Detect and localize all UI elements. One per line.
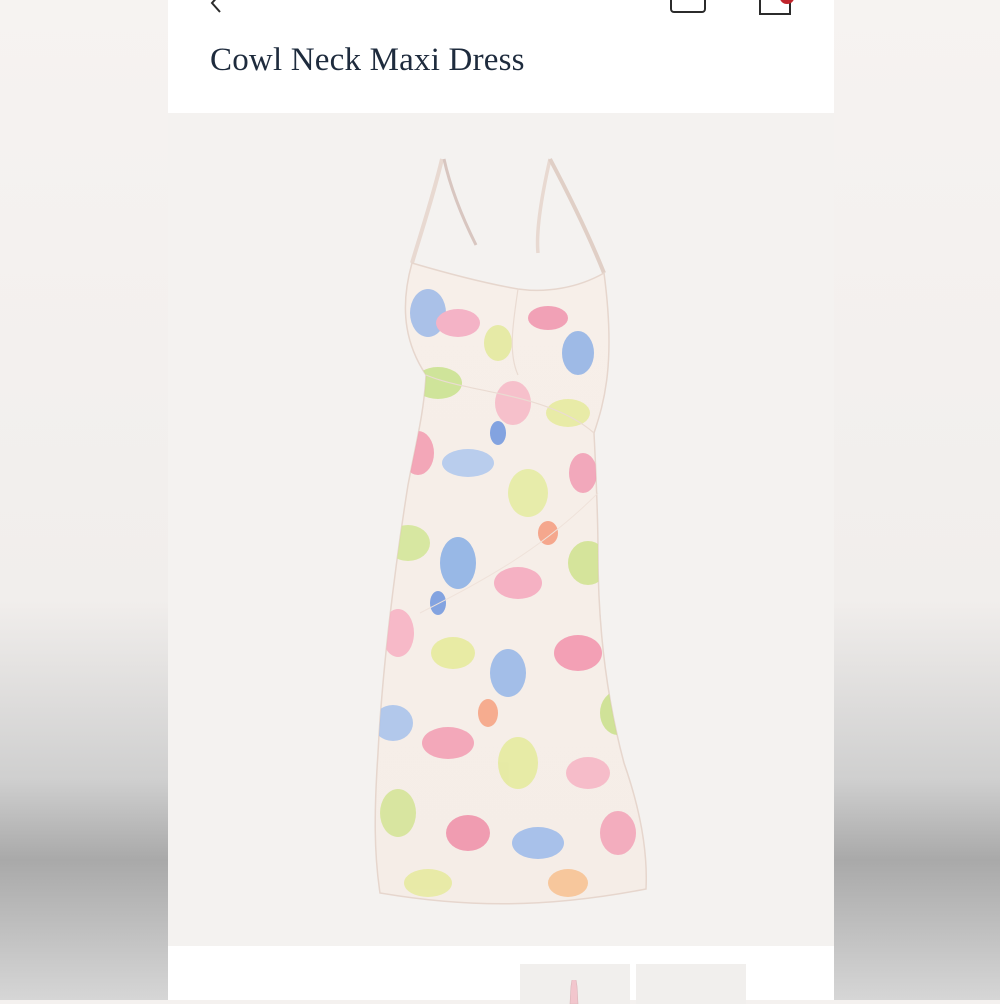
left-blurred-background (0, 0, 168, 1000)
floral-dress-image (168, 113, 834, 946)
chevron-left-icon[interactable] (206, 0, 228, 14)
thumbnail-1[interactable] (520, 964, 630, 1004)
top-header: Cowl Neck Maxi Dress (168, 0, 834, 112)
right-blurred-background (834, 0, 1000, 1000)
thumbnail-2[interactable] (636, 964, 746, 1004)
account-icon[interactable] (668, 0, 708, 14)
thumbnail-dress-image (569, 979, 579, 1004)
thumbnail-strip (168, 946, 834, 1004)
product-page: Cowl Neck Maxi Dress (168, 0, 834, 1004)
product-image[interactable] (168, 113, 834, 946)
product-title: Cowl Neck Maxi Dress (210, 42, 525, 78)
